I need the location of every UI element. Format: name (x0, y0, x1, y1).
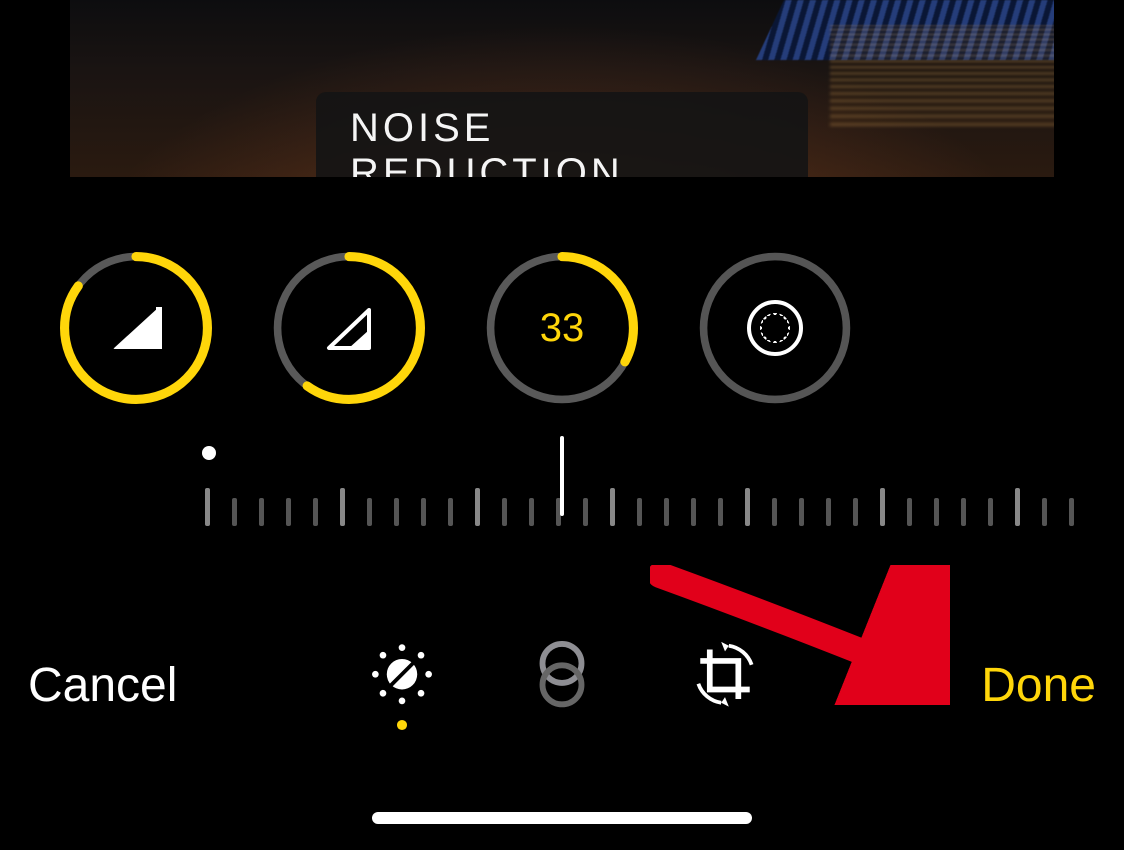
slider-tick (961, 498, 966, 526)
filters-icon (530, 640, 594, 708)
cancel-button[interactable]: Cancel (28, 658, 177, 713)
slider-tick (205, 488, 210, 526)
adjustment-rings-row: 33 (0, 248, 1124, 408)
ring-progress (699, 252, 851, 404)
slider-tick (421, 498, 426, 526)
photo-preview[interactable]: NOISE REDUCTION (70, 0, 1054, 177)
slider-tick (718, 498, 723, 526)
slider-tick (610, 488, 615, 526)
ring-progress (486, 252, 638, 404)
slider-tick (286, 498, 291, 526)
bottom-toolbar: Cancel (0, 630, 1124, 740)
slider-tick (772, 498, 777, 526)
slider-tick (637, 498, 642, 526)
slider-tick (367, 498, 372, 526)
slider-tick (583, 498, 588, 526)
slider-tick (232, 498, 237, 526)
slider-tick (664, 498, 669, 526)
slider-tick (502, 498, 507, 526)
slider-center-indicator (560, 436, 564, 516)
slider-tick (340, 488, 345, 526)
slider-tick (988, 498, 993, 526)
done-button[interactable]: Done (981, 658, 1096, 713)
slider-tick (529, 498, 534, 526)
slider-tick (448, 498, 453, 526)
adjust-icon (366, 640, 438, 708)
slider-tick (1042, 498, 1047, 526)
adjustment-vignette[interactable] (699, 252, 851, 404)
slider-tick (853, 498, 858, 526)
mode-crop-button[interactable] (685, 640, 765, 730)
slider-origin-dot (202, 446, 216, 460)
sharpness-icon (113, 307, 159, 349)
slider-tick (934, 498, 939, 526)
definition-icon (325, 306, 373, 350)
slider-tick (394, 498, 399, 526)
slider-tick (691, 498, 696, 526)
value-slider[interactable] (0, 436, 1124, 526)
mode-filters-button[interactable] (522, 640, 602, 730)
slider-tick (313, 498, 318, 526)
slider-ticks (205, 480, 1085, 526)
slider-tick (259, 498, 264, 526)
adjustment-overlay-label: NOISE REDUCTION (316, 92, 808, 177)
home-indicator[interactable] (372, 812, 752, 824)
slider-tick (799, 498, 804, 526)
slider-tick (880, 488, 885, 526)
slider-tick (745, 488, 750, 526)
slider-tick (1069, 498, 1074, 526)
adjustment-sharpness[interactable] (60, 252, 212, 404)
slider-tick (907, 498, 912, 526)
slider-tick (826, 498, 831, 526)
mode-active-dot (397, 720, 407, 730)
slider-tick (1015, 488, 1020, 526)
crop-rotate-icon (689, 640, 761, 708)
adjustment-noise-reduction[interactable]: 33 (486, 252, 638, 404)
mode-adjust-button[interactable] (362, 640, 442, 730)
slider-tick (475, 488, 480, 526)
adjustment-definition[interactable] (273, 252, 425, 404)
